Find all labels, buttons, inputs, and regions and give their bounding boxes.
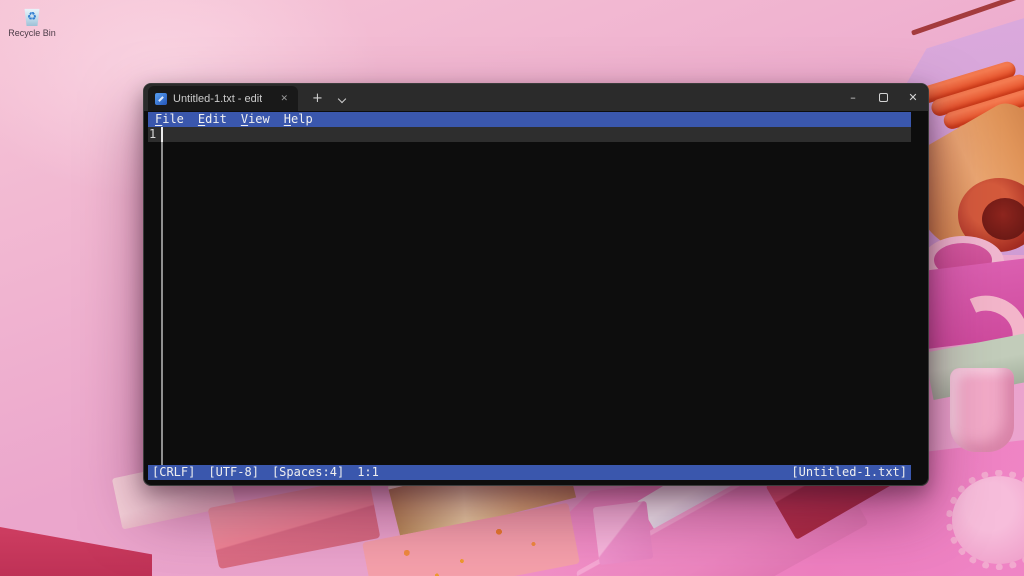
status-encoding[interactable]: [UTF-8] bbox=[208, 465, 259, 480]
terminal-pane: File Edit View Help 1 [CRLF] [UTF-8] [Sp… bbox=[144, 111, 928, 485]
recycle-bin-desktop-icon[interactable]: ♻ Recycle Bin bbox=[4, 7, 60, 38]
edit-app-icon bbox=[155, 93, 167, 105]
tab-close-icon[interactable]: ✕ bbox=[277, 93, 291, 105]
recycle-bin-label: Recycle Bin bbox=[4, 28, 60, 38]
desktop[interactable]: ♻ Recycle Bin Untitled-1.txt - edit ✕ + … bbox=[0, 0, 1024, 576]
minimize-button[interactable]: – bbox=[838, 84, 868, 110]
window-titlebar[interactable]: Untitled-1.txt - edit ✕ + – ✕ bbox=[144, 84, 928, 111]
line-number: 1 bbox=[149, 127, 156, 142]
wallpaper-small-cube bbox=[593, 501, 654, 565]
status-line-ending[interactable]: [CRLF] bbox=[152, 465, 195, 480]
edit-menu-bar: File Edit View Help bbox=[148, 112, 911, 127]
tab-dropdown-button[interactable] bbox=[335, 96, 349, 102]
current-line-highlight bbox=[148, 127, 911, 142]
maximize-button[interactable] bbox=[868, 84, 898, 110]
text-editor-area[interactable]: 1 bbox=[148, 127, 911, 465]
menu-view[interactable]: View bbox=[241, 112, 270, 127]
terminal-tab[interactable]: Untitled-1.txt - edit ✕ bbox=[148, 86, 298, 111]
maximize-icon bbox=[879, 93, 888, 102]
new-tab-button[interactable]: + bbox=[308, 92, 327, 106]
window-controls: – ✕ bbox=[838, 84, 928, 111]
recycle-icon: ♻ bbox=[27, 11, 37, 22]
gutter-separator-line bbox=[161, 127, 163, 465]
menu-help[interactable]: Help bbox=[284, 112, 313, 127]
wallpaper-cylinder-hole bbox=[982, 198, 1024, 240]
status-indentation[interactable]: [Spaces:4] bbox=[272, 465, 344, 480]
status-cursor-position[interactable]: 1:1 bbox=[357, 465, 379, 480]
tab-title: Untitled-1.txt - edit bbox=[173, 93, 262, 105]
recycle-bin-icon: ♻ bbox=[24, 7, 41, 26]
edit-status-bar: [CRLF] [UTF-8] [Spaces:4] 1:1 [Untitled-… bbox=[148, 465, 911, 480]
terminal-window: Untitled-1.txt - edit ✕ + – ✕ File Edit … bbox=[143, 83, 929, 486]
close-button[interactable]: ✕ bbox=[898, 84, 928, 110]
text-cursor bbox=[161, 127, 163, 142]
wallpaper-pink-channel bbox=[950, 368, 1014, 452]
wallpaper-salmon-slab bbox=[208, 477, 381, 569]
status-file-name: [Untitled-1.txt] bbox=[791, 465, 907, 480]
chevron-down-icon bbox=[338, 95, 346, 103]
status-left-group: [CRLF] [UTF-8] [Spaces:4] 1:1 bbox=[152, 465, 379, 480]
menu-edit[interactable]: Edit bbox=[198, 112, 227, 127]
wallpaper-scalloped-disc bbox=[952, 476, 1024, 564]
menu-file[interactable]: File bbox=[155, 112, 184, 127]
